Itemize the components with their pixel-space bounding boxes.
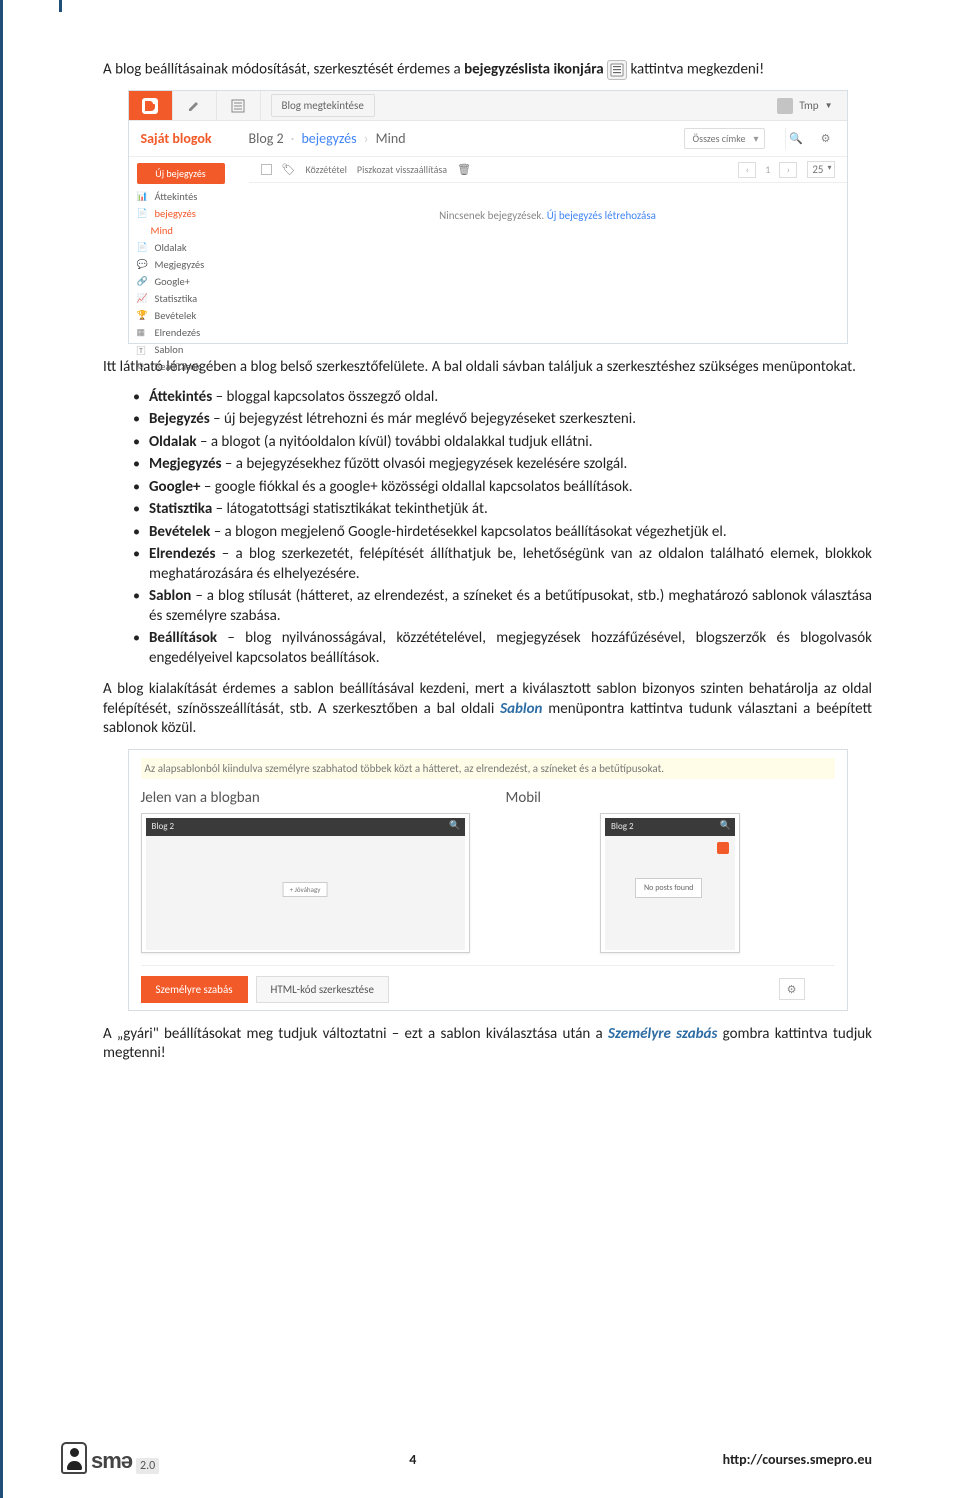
sidebar-item-sablon[interactable]: 🅃Sablon xyxy=(137,341,249,358)
list-item: Beállítások – blog nyilvánosságával, köz… xyxy=(133,629,872,668)
post-list-icon xyxy=(607,60,627,80)
search-icon: 🔍 xyxy=(720,820,731,831)
version-badge: 2.0 xyxy=(136,1458,159,1474)
sablon-link: Sablon xyxy=(500,700,542,718)
sidebar: Új bejegyzés 📊Áttekintés📄bejegyzésMind📄O… xyxy=(129,157,249,343)
tag-icon[interactable]: 🏷 xyxy=(282,163,296,176)
template-actions: Személyre szabás HTML-kód szerkesztése ⚙ xyxy=(141,965,835,1003)
trash-icon[interactable]: 🗑 xyxy=(457,163,471,176)
sidebar-item-áttekintés[interactable]: 📊Áttekintés xyxy=(137,188,249,205)
preview-button: + Jóváhagy xyxy=(283,882,328,897)
template-editor-screenshot: Az alapsablonból kiindulva személyre sza… xyxy=(128,749,848,1011)
view-blog-button[interactable]: Blog megtekintése xyxy=(271,94,375,117)
customize-link: Személyre szabás xyxy=(608,1025,717,1043)
mobile-heading: Mobil xyxy=(506,789,835,807)
sidebar-icon: ▦ xyxy=(137,327,149,339)
create-post-link[interactable]: Új bejegyzés létrehozása xyxy=(547,209,656,222)
new-post-button[interactable]: Új bejegyzés xyxy=(137,163,225,184)
sidebar-icon: 📊 xyxy=(137,191,149,203)
avatar-icon xyxy=(61,1442,87,1474)
page-number: 1 xyxy=(762,163,773,176)
search-icon: 🔍 xyxy=(449,820,460,831)
template-hint: Az alapsablonból kiindulva személyre sza… xyxy=(141,758,835,779)
blogger-logo-tab[interactable] xyxy=(129,91,173,120)
posts-link[interactable]: bejegyzés xyxy=(301,130,356,147)
sidebar-item-oldalak[interactable]: 📄Oldalak xyxy=(137,239,249,256)
sidebar-icon: 🔗 xyxy=(137,276,149,288)
list-item: Megjegyzés – a bejegyzésekhez fűzött olv… xyxy=(133,455,872,475)
sidebar-item-bejegyzés[interactable]: 📄bejegyzés xyxy=(137,205,249,222)
sidebar-icon: 🏆 xyxy=(137,310,149,322)
intro-paragraph: A blog beállításainak módosítását, szerk… xyxy=(103,60,872,80)
footer-url: http://courses.smepro.eu xyxy=(723,1451,872,1468)
sidebar-icon: 📈 xyxy=(137,293,149,305)
footer-logo: smə 2.0 xyxy=(61,1442,159,1474)
select-all-checkbox[interactable] xyxy=(261,164,272,175)
sidebar-item-bevételek[interactable]: 🏆Bevételek xyxy=(137,307,249,324)
list-item: Elrendezés – a blog szerkezetét, felépít… xyxy=(133,545,872,584)
desktop-preview[interactable]: Blog 2🔍 + Jóváhagy xyxy=(141,813,470,953)
edit-html-button[interactable]: HTML-kód szerkesztése xyxy=(256,976,389,1003)
list-item: Google+ – google fiókkal és a google+ kö… xyxy=(133,478,872,498)
empty-state: Nincsenek bejegyzések. Új bejegyzés létr… xyxy=(249,183,847,222)
filter-all: Mind xyxy=(376,130,406,147)
intro-pre: A blog beállításainak módosítását, szerk… xyxy=(103,61,464,79)
search-icon[interactable]: 🔍 xyxy=(785,128,807,150)
sidebar-icon: 📄 xyxy=(137,208,149,220)
live-preview-column: Jelen van a blogban Blog 2🔍 + Jóváhagy xyxy=(141,789,470,953)
prev-page-button[interactable]: ‹ xyxy=(738,162,756,178)
sidebar-item-beállítások[interactable]: ⚙Beállítások xyxy=(137,358,249,375)
customize-button[interactable]: Személyre szabás xyxy=(141,976,248,1003)
new-post-tab[interactable] xyxy=(173,91,217,120)
sme-logo: smə xyxy=(91,1448,132,1474)
live-heading: Jelen van a blogban xyxy=(141,789,470,807)
user-name: Tmp xyxy=(799,99,818,112)
list-item: Áttekintés – bloggal kapcsolatos összegz… xyxy=(133,388,872,408)
gear-icon[interactable]: ⚙ xyxy=(815,128,837,150)
blog-name[interactable]: Blog 2 xyxy=(249,130,284,147)
list-item: Statisztika – látogatottsági statisztiká… xyxy=(133,500,872,520)
list-item: Oldalak – a blogot (a nyitóoldalon kívül… xyxy=(133,433,872,453)
user-avatar-icon xyxy=(777,98,793,114)
list-item: Bejegyzés – új bejegyzést létrehozni és … xyxy=(133,410,872,430)
page-footer: smə 2.0 4 http://courses.smepro.eu xyxy=(3,1451,960,1468)
intro-post: kattintva megkezdeni! xyxy=(630,61,764,79)
gear-icon[interactable]: ⚙ xyxy=(779,978,805,1000)
page-number: 4 xyxy=(103,1451,723,1468)
per-page-dropdown[interactable]: 25 xyxy=(807,161,834,178)
sidebar-item-google+[interactable]: 🔗Google+ xyxy=(137,273,249,290)
my-blogs-label[interactable]: Saját blogok xyxy=(129,130,249,147)
sidebar-icon: 🅃 xyxy=(137,344,149,356)
mobile-preview-column: Mobil Blog 2🔍 No posts found xyxy=(506,789,835,953)
list-item: Bevételek – a blogon megjelenő Google-hi… xyxy=(133,523,872,543)
sidebar-icon: ⚙ xyxy=(137,361,149,373)
list-item: Sablon – a blog stílusát (hátteret, az e… xyxy=(133,587,872,626)
publish-button[interactable]: Közzététel xyxy=(305,163,346,176)
mobile-preview[interactable]: Blog 2🔍 No posts found xyxy=(600,813,740,953)
chevron-down-icon: ▼ xyxy=(825,101,833,111)
breadcrumb-row: Saját blogok Blog 2 · bejegyzés › Mind Ö… xyxy=(129,121,847,157)
menu-description-list: Áttekintés – bloggal kapcsolatos összegz… xyxy=(103,388,872,669)
main-area: 🏷 Közzététel Piszkozat visszaállítása 🗑 … xyxy=(249,157,847,343)
user-menu[interactable]: Tmp ▼ xyxy=(777,98,832,114)
no-posts-label: No posts found xyxy=(635,878,702,898)
sidebar-item-statisztika[interactable]: 📈Statisztika xyxy=(137,290,249,307)
sidebar-item-mind[interactable]: Mind xyxy=(137,222,249,239)
paragraph-4: A „gyári" beállításokat meg tudjuk válto… xyxy=(103,1025,872,1064)
sidebar-item-elrendezés[interactable]: ▦Elrendezés xyxy=(137,324,249,341)
top-bar: Blog megtekintése Tmp ▼ xyxy=(129,91,847,121)
posts-toolbar: 🏷 Közzététel Piszkozat visszaállítása 🗑 … xyxy=(249,157,847,183)
rss-icon xyxy=(717,842,729,854)
posts-tab[interactable] xyxy=(217,91,261,120)
sidebar-icon: 📄 xyxy=(137,242,149,254)
sidebar-icon: 💬 xyxy=(137,259,149,271)
next-page-button[interactable]: › xyxy=(779,162,797,178)
sidebar-item-megjegyzés[interactable]: 💬Megjegyzés xyxy=(137,256,249,273)
revert-draft-button[interactable]: Piszkozat visszaállítása xyxy=(357,163,447,176)
labels-dropdown[interactable]: Összes címke xyxy=(684,128,765,149)
paragraph-3: A blog kialakítását érdemes a sablon beá… xyxy=(103,680,872,739)
breadcrumb: Blog 2 · bejegyzés › Mind xyxy=(249,130,684,147)
blogger-admin-screenshot: Blog megtekintése Tmp ▼ Saját blogok Blo… xyxy=(128,90,848,344)
intro-bold: bejegyzéslista ikonjára xyxy=(464,61,604,79)
